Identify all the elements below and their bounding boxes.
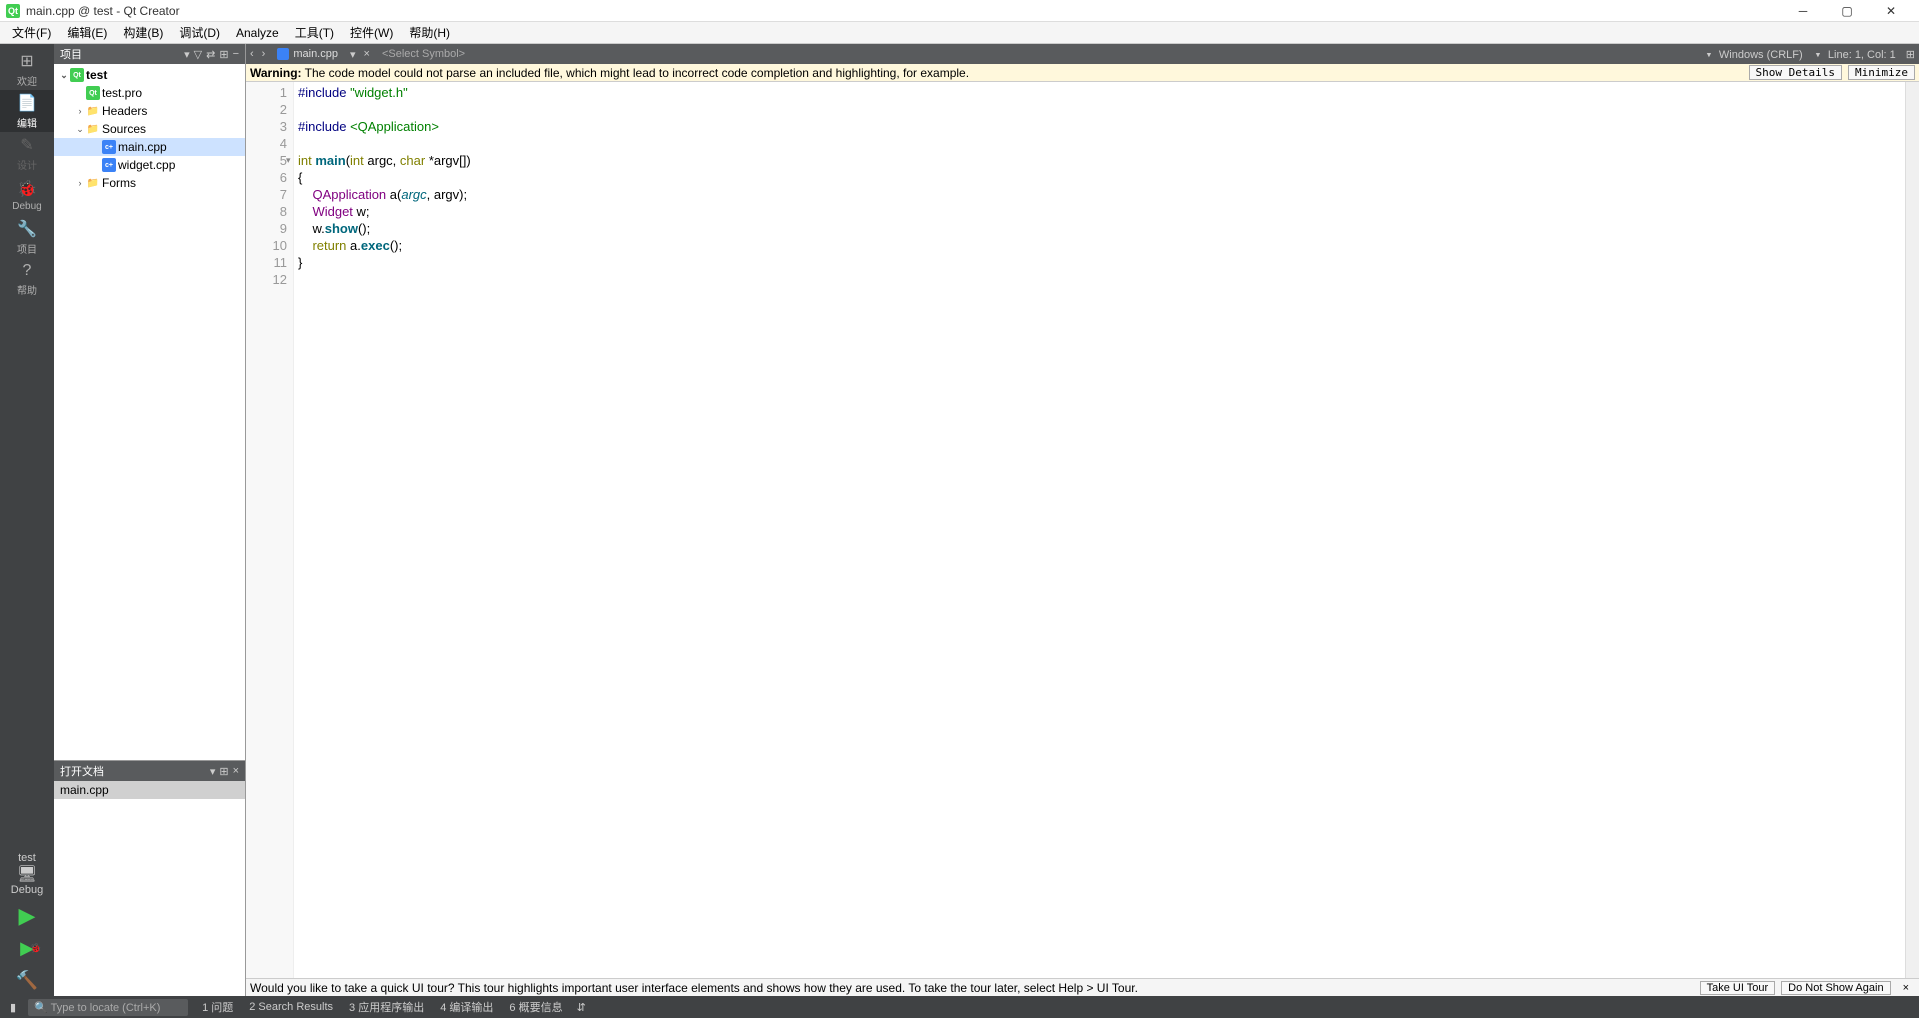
panel-search[interactable]: 2 Search Results [241, 1001, 341, 1013]
menu-analyze[interactable]: Analyze [228, 24, 287, 42]
kit-selector[interactable]: test 🖥 Debug [11, 848, 43, 900]
mode-welcome[interactable]: ⊞欢迎 [0, 48, 54, 90]
grid-icon: ⊞ [20, 51, 33, 71]
panel-general[interactable]: 6 概要信息 [501, 999, 570, 1015]
titlebar: Qt main.cpp @ test - Qt Creator ─ ▢ ✕ [0, 0, 1919, 22]
close-icon[interactable]: × [233, 765, 239, 777]
mode-bar: ⊞欢迎 📄编辑 ✎设计 🐞Debug 🔧项目 ?帮助 test 🖥 Debug … [0, 44, 54, 996]
open-docs-title: 打开文档 [60, 763, 206, 779]
window-title: main.cpp @ test - Qt Creator [26, 4, 180, 18]
encoding-indicator[interactable]: ▾ Windows (CRLF) [1700, 48, 1809, 61]
sync-icon[interactable]: ⇄ [206, 48, 215, 61]
editor-toolbar: ‹ › main.cpp ▾ × <Select Symbol> ▾ Windo… [246, 44, 1919, 64]
tab-dropdown-icon[interactable]: ▾ [346, 48, 360, 61]
editor-area: ‹ › main.cpp ▾ × <Select Symbol> ▾ Windo… [246, 44, 1919, 996]
cursor-position[interactable]: ▾ Line: 1, Col: 1 [1809, 48, 1902, 61]
vertical-scrollbar[interactable] [1905, 82, 1919, 978]
mode-debug[interactable]: 🐞Debug [0, 174, 54, 216]
minimize-warning-button[interactable]: Minimize [1848, 65, 1915, 80]
menu-debug[interactable]: 调试(D) [171, 22, 228, 43]
project-tree[interactable]: ⌄Qttest Qttest.pro ›📁Headers ⌄📁Sources c… [54, 64, 245, 760]
menu-widgets[interactable]: 控件(W) [342, 22, 401, 43]
qt-logo: Qt [6, 4, 20, 18]
run-debug-button[interactable]: ▶🐞 [0, 932, 54, 964]
dropdown-icon[interactable]: ▾ [210, 765, 216, 778]
tree-item-headers[interactable]: ›📁Headers [54, 102, 245, 120]
symbol-selector[interactable]: <Select Symbol> [374, 48, 473, 60]
mode-help[interactable]: ?帮助 [0, 258, 54, 300]
split-icon[interactable]: ⊞ [219, 765, 228, 778]
back-icon[interactable]: ‹ [246, 48, 258, 60]
tree-item-pro[interactable]: Qttest.pro [54, 84, 245, 102]
menu-edit[interactable]: 编辑(E) [59, 22, 115, 43]
open-doc-item[interactable]: main.cpp [54, 781, 245, 799]
bug-icon: 🐞 [17, 179, 37, 199]
fold-icon[interactable]: ▾ [286, 152, 291, 169]
project-pane-header: 项目 ▾ ▽ ⇄ ⊞ − [54, 44, 245, 64]
tree-item-maincpp[interactable]: c+main.cpp [54, 138, 245, 156]
code-editor[interactable]: 123456789101112 ▾ #include "widget.h" #i… [246, 82, 1919, 978]
editor-tab[interactable]: main.cpp [269, 44, 346, 64]
toggle-sidebar-icon[interactable]: ▮ [4, 996, 22, 1018]
locator-input[interactable]: 🔍 Type to locate (Ctrl+K) [28, 999, 188, 1016]
tour-text: Would you like to take a quick UI tour? … [250, 981, 1694, 995]
menu-file[interactable]: 文件(F) [4, 22, 59, 43]
menu-help[interactable]: 帮助(H) [401, 22, 458, 43]
mode-project[interactable]: 🔧项目 [0, 216, 54, 258]
question-icon: ? [23, 262, 32, 280]
take-tour-button[interactable]: Take UI Tour [1700, 981, 1776, 995]
maximize-button[interactable]: ▢ [1825, 0, 1869, 22]
panel-issues[interactable]: 1 问题 [194, 999, 241, 1015]
panel-appout[interactable]: 3 应用程序输出 [341, 999, 432, 1015]
project-pane-title: 项目 [60, 46, 180, 62]
collapse-icon[interactable]: − [233, 48, 239, 60]
build-button[interactable]: 🔨 [0, 964, 54, 996]
warning-text: The code model could not parse an includ… [302, 66, 970, 80]
warning-label: Warning: [250, 66, 302, 80]
show-details-button[interactable]: Show Details [1749, 65, 1842, 80]
tree-item-widgetcpp[interactable]: c+widget.cpp [54, 156, 245, 174]
panel-toggle-icon[interactable]: ⇵ [571, 996, 592, 1018]
mode-design[interactable]: ✎设计 [0, 132, 54, 174]
document-icon: 📄 [17, 93, 37, 113]
split-editor-icon[interactable]: ⊞ [1902, 48, 1919, 61]
tree-item-forms[interactable]: ›📁Forms [54, 174, 245, 192]
close-tour-icon[interactable]: × [1897, 982, 1915, 994]
close-button[interactable]: ✕ [1869, 0, 1913, 22]
status-bar: ▮ 🔍 Type to locate (Ctrl+K) 1 问题 2 Searc… [0, 996, 1919, 1018]
cpp-icon [277, 48, 289, 60]
left-pane: 项目 ▾ ▽ ⇄ ⊞ − ⌄Qttest Qttest.pro ›📁Header… [54, 44, 246, 996]
tour-bar: Would you like to take a quick UI tour? … [246, 978, 1919, 996]
open-docs-list[interactable]: main.cpp [54, 781, 245, 996]
run-button[interactable]: ▶ [0, 900, 54, 932]
tree-item-root[interactable]: ⌄Qttest [54, 66, 245, 84]
open-docs-pane: 打开文档 ▾ ⊞ × main.cpp [54, 760, 245, 996]
pencil-icon: ✎ [20, 135, 33, 155]
menubar: 文件(F) 编辑(E) 构建(B) 调试(D) Analyze 工具(T) 控件… [0, 22, 1919, 44]
code-content[interactable]: #include "widget.h" #include <QApplicati… [294, 82, 1905, 978]
tree-item-sources[interactable]: ⌄📁Sources [54, 120, 245, 138]
dropdown-icon[interactable]: ▾ [184, 48, 190, 61]
open-docs-header: 打开文档 ▾ ⊞ × [54, 761, 245, 781]
panel-compile[interactable]: 4 编译输出 [432, 999, 501, 1015]
menu-build[interactable]: 构建(B) [115, 22, 171, 43]
wrench-icon: 🔧 [17, 219, 37, 239]
dont-show-button[interactable]: Do Not Show Again [1781, 981, 1890, 995]
forward-icon[interactable]: › [258, 48, 270, 60]
menu-tools[interactable]: 工具(T) [287, 22, 342, 43]
split-icon[interactable]: ⊞ [219, 48, 228, 61]
mode-edit[interactable]: 📄编辑 [0, 90, 54, 132]
filter-icon[interactable]: ▽ [194, 48, 202, 61]
warning-bar: Warning: The code model could not parse … [246, 64, 1919, 82]
minimize-button[interactable]: ─ [1781, 0, 1825, 22]
tab-close-icon[interactable]: × [360, 48, 374, 60]
line-gutter: 123456789101112 [246, 82, 294, 978]
